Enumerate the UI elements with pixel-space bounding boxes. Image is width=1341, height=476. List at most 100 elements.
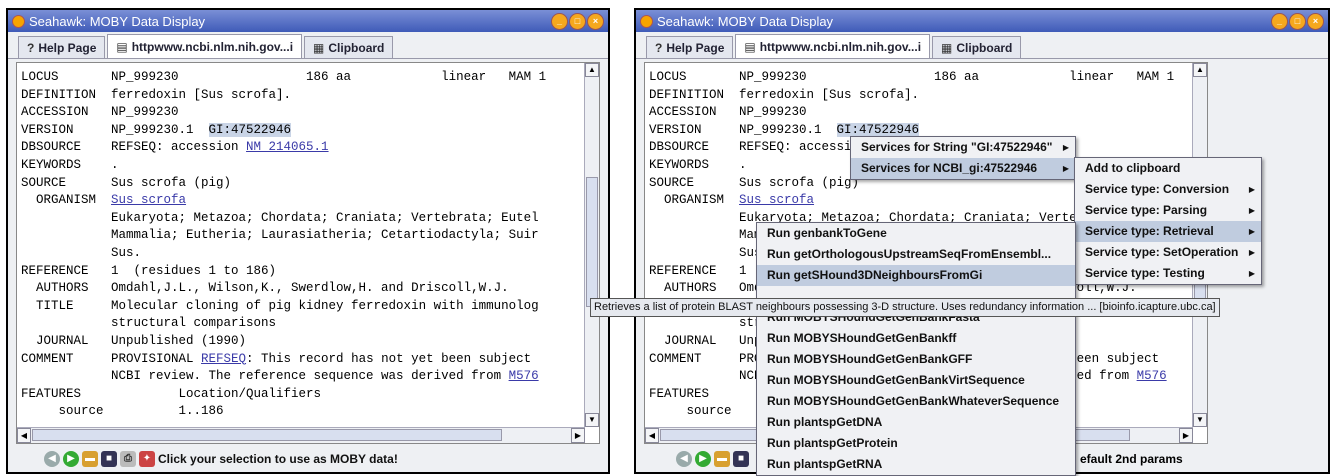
tab-label: Clipboard	[328, 40, 385, 55]
record-line: DBSOURCE REFSEQ: accession	[649, 140, 875, 155]
tab-label: Help Page	[38, 40, 97, 55]
submenu-arrow-icon: ▶	[1062, 164, 1069, 173]
maximize-icon[interactable]: □	[569, 12, 586, 30]
record-line: SOURCE Sus scrofa (pig)	[21, 175, 232, 190]
minimize-icon[interactable]: _	[551, 12, 568, 30]
close-icon[interactable]: ×	[587, 12, 604, 30]
menu-item-service[interactable]: Run MOBYSHoundGetGenBankWhateverSequence	[757, 391, 1075, 412]
menu-item-service[interactable]: Run getOrthologousUpstreamSeqFromEnsembl…	[757, 244, 1075, 265]
tab-label: Help Page	[666, 40, 725, 55]
tab-ncbi-record[interactable]: ▤ httpwww.ncbi.nlm.nih.gov...i	[107, 34, 303, 58]
record-line: VERSION NP_999230.1	[649, 122, 837, 137]
scroll-down-icon[interactable]: ▼	[585, 413, 599, 427]
horizontal-scrollbar[interactable]: ◀ ▶	[17, 427, 585, 443]
tab-help-page[interactable]: ? Help Page	[646, 36, 734, 58]
scroll-up-icon[interactable]: ▲	[585, 63, 599, 77]
record-line: LOCUS NP_999230 186 aa linear MAM 1	[649, 70, 1175, 84]
open-icon[interactable]: ▬	[82, 451, 98, 467]
document-icon: ▤	[116, 39, 128, 54]
print-icon[interactable]: ⎙	[120, 451, 136, 467]
record-line: JOURNAL Unpublished (1990)	[21, 333, 247, 348]
open-icon[interactable]: ▬	[714, 451, 730, 467]
m576-link[interactable]: M576	[509, 369, 539, 383]
menu-item-service[interactable]: Run plantspGetProtein	[757, 433, 1075, 454]
menu-item-gi-services[interactable]: Services for NCBI_gi:47522946 ▶	[851, 158, 1075, 179]
tab-label: httpwww.ncbi.nlm.nih.gov...i	[131, 39, 294, 54]
scroll-right-icon[interactable]: ▶	[1179, 428, 1193, 443]
status-bar: ◀ ▶ ▬ ■ ⎙ ✦ Click your selection to use …	[44, 448, 398, 470]
record-view[interactable]: LOCUS NP_999230 186 aa linear MAM 1 DEFI…	[16, 62, 600, 444]
menu-item-service[interactable]: Run genbankToGene	[757, 223, 1075, 244]
record-line: source 1..186	[21, 404, 224, 419]
submenu-arrow-icon: ▶	[1248, 185, 1255, 194]
minimize-icon[interactable]: _	[1271, 12, 1288, 30]
record-line: VERSION NP_999230.1	[21, 122, 209, 137]
tab-ncbi-record[interactable]: ▤ httpwww.ncbi.nlm.nih.gov...i	[735, 34, 931, 58]
menu-item-service[interactable]: Run getSHound3DNeighboursFromGi	[757, 265, 1075, 286]
menu-item-service[interactable]: Run plantspGetDNA	[757, 412, 1075, 433]
record-line: TITLE Molecular cloning of pig kidney fe…	[21, 298, 539, 313]
menu-item-service[interactable]: Run MOBYSHoundGetGenBankGFF	[757, 349, 1075, 370]
submenu-arrow-icon: ▶	[1248, 248, 1255, 257]
record-line: ACCESSION NP_999230	[649, 105, 807, 120]
scroll-left-icon[interactable]: ◀	[645, 428, 659, 443]
m576-link[interactable]: M576	[1137, 369, 1167, 383]
scroll-left-icon[interactable]: ◀	[17, 428, 31, 443]
menu-item-service[interactable]: Run plantspGetRNA	[757, 454, 1075, 475]
organism-link[interactable]: Sus scrofa	[111, 193, 186, 207]
title-bar[interactable]: Seahawk: MOBY Data Display _ □ ×	[636, 10, 1328, 32]
save-icon[interactable]: ■	[733, 451, 749, 467]
tab-bar: ? Help Page ▤ httpwww.ncbi.nlm.nih.gov...i…	[8, 32, 608, 59]
save-icon[interactable]: ■	[101, 451, 117, 467]
record-line: Eukaryota; Metazoa; Chordata; Craniata; …	[21, 210, 539, 225]
app-icon	[640, 14, 653, 28]
menu-item-testing[interactable]: Service type: Testing ▶	[1075, 263, 1261, 284]
record-line: SOURCE Sus scrofa (pig)	[649, 175, 860, 190]
gi-link[interactable]: GI:47522946	[836, 122, 920, 137]
record-line: DEFINITION ferredoxin [Sus scrofa].	[649, 87, 920, 102]
forward-icon[interactable]: ▶	[63, 451, 79, 467]
submenu-arrow-icon: ▶	[1248, 227, 1255, 236]
menu-item-retrieval[interactable]: Service type: Retrieval ▶	[1075, 221, 1261, 242]
nm-link[interactable]: NM_214065.1	[246, 140, 329, 154]
menu-item-service[interactable]: Run MOBYSHoundGetGenBankVirtSequence	[757, 370, 1075, 391]
scroll-down-icon[interactable]: ▼	[1193, 413, 1207, 427]
back-icon[interactable]: ◀	[676, 451, 692, 467]
menu-item-add-to-clipboard[interactable]: Add to clipboard	[1075, 158, 1261, 179]
tab-clipboard[interactable]: ▦ Clipboard	[932, 36, 1022, 58]
record-line: LOCUS NP_999230 186 aa linear MAM 1	[21, 70, 547, 84]
back-icon[interactable]: ◀	[44, 451, 60, 467]
maximize-icon[interactable]: □	[1289, 12, 1306, 30]
genbank-record: LOCUS NP_999230 186 aa linear MAM 1 DEFI…	[21, 70, 547, 419]
record-line: NCBI review. The reference sequence was …	[21, 369, 509, 384]
tab-clipboard[interactable]: ▦ Clipboard	[304, 36, 394, 58]
menu-item-service[interactable]: Run MOBYSHoundGetGenBankff	[757, 328, 1075, 349]
organism-link[interactable]: Sus scrofa	[739, 193, 814, 207]
scroll-up-icon[interactable]: ▲	[1193, 63, 1207, 77]
refseq-link[interactable]: REFSEQ	[201, 352, 246, 366]
menu-item-parsing[interactable]: Service type: Parsing ▶	[1075, 200, 1261, 221]
scroll-thumb[interactable]	[586, 177, 598, 307]
moby-icon[interactable]: ✦	[139, 451, 155, 467]
help-icon: ?	[655, 40, 663, 55]
title-bar[interactable]: Seahawk: MOBY Data Display _ □ ×	[8, 10, 608, 32]
vertical-scrollbar[interactable]: ▲ ▼	[584, 63, 599, 427]
menu-item-setoperation[interactable]: Service type: SetOperation ▶	[1075, 242, 1261, 263]
menu-item-string-services[interactable]: Services for String "GI:47522946" ▶	[851, 137, 1075, 158]
status-text: Click your selection to use as MOBY data…	[158, 452, 398, 466]
menu-item-conversion[interactable]: Service type: Conversion ▶	[1075, 179, 1261, 200]
status-text: efault 2nd params	[1080, 452, 1183, 466]
close-icon[interactable]: ×	[1307, 12, 1324, 30]
context-menu: Services for String "GI:47522946" ▶ Servi…	[850, 136, 1076, 180]
tab-bar: ? Help Page ▤ httpwww.ncbi.nlm.nih.gov...i…	[636, 32, 1328, 59]
service-tooltip: Retrieves a list of protein BLAST neighb…	[590, 298, 1220, 317]
record-line: DEFINITION ferredoxin [Sus scrofa].	[21, 87, 292, 102]
forward-icon[interactable]: ▶	[695, 451, 711, 467]
record-line: ACCESSION NP_999230	[21, 105, 179, 120]
record-line: COMMENT PROVISIONAL	[21, 351, 202, 366]
record-line: KEYWORDS .	[21, 157, 119, 172]
scroll-thumb[interactable]	[32, 429, 502, 441]
gi-link[interactable]: GI:47522946	[208, 122, 292, 137]
scroll-right-icon[interactable]: ▶	[571, 428, 585, 443]
tab-help-page[interactable]: ? Help Page	[18, 36, 106, 58]
